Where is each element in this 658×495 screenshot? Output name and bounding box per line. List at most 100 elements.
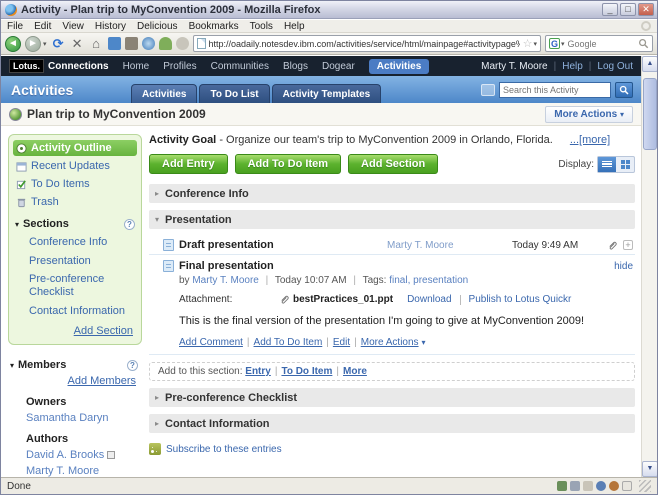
add-members-link[interactable]: Add Members (14, 375, 136, 387)
entry-draft-presentation[interactable]: Draft presentation Marty T. Moore Today … (149, 236, 635, 255)
members-help-icon[interactable]: ? (127, 359, 138, 371)
edit-status-icon[interactable] (622, 481, 632, 491)
expand-entry-icon[interactable]: + (623, 240, 633, 250)
extension-magnifier-icon[interactable] (175, 37, 189, 50)
add-section-link[interactable]: Add Section (17, 325, 133, 337)
section-contact-information[interactable]: ▸ Contact Information (149, 414, 635, 433)
attachment-file-name[interactable]: bestPractices_01.ppt (293, 294, 393, 305)
entry-author-link[interactable]: Marty T. Moore (192, 275, 259, 286)
scroll-down-button[interactable]: ▼ (642, 461, 657, 477)
bookmark-star-icon[interactable]: ☆ (523, 37, 533, 50)
minimize-button[interactable]: _ (602, 3, 618, 16)
tab-activities[interactable]: Activities (131, 84, 198, 103)
history-dropdown-icon[interactable]: ▾ (43, 40, 47, 48)
close-button[interactable]: ✕ (638, 3, 654, 16)
extension-status-icon[interactable] (557, 481, 567, 491)
entry-more-actions-link[interactable]: More Actions (361, 337, 419, 348)
list-view-button[interactable] (598, 156, 616, 172)
add-more-link[interactable]: More (343, 366, 367, 377)
sidebar-section-pre-conference-checklist[interactable]: Pre-conference Checklist (29, 273, 137, 298)
forward-button[interactable]: ► (25, 35, 41, 52)
extension-status-icon[interactable] (570, 481, 580, 491)
menu-history[interactable]: History (95, 21, 126, 32)
reload-button[interactable]: ⟳ (51, 36, 66, 52)
back-button[interactable]: ◄ (5, 35, 21, 52)
activity-search-input[interactable] (499, 81, 611, 98)
mail-status-icon[interactable] (583, 481, 593, 491)
add-entry-link[interactable]: Entry (245, 366, 271, 377)
search-scope-icon[interactable] (481, 83, 495, 96)
entry-author-link[interactable]: Marty T. Moore (387, 240, 507, 251)
menu-tools[interactable]: Tools (250, 21, 273, 32)
url-dropdown-icon[interactable]: ▾ (533, 40, 537, 48)
home-button[interactable]: ⌂ (89, 36, 104, 51)
extension-person-icon[interactable] (158, 37, 172, 50)
download-link[interactable]: Download (407, 294, 451, 305)
sections-header[interactable]: ▾ Sections ? (15, 218, 135, 230)
section-presentation[interactable]: ▾ Presentation (149, 210, 635, 229)
tab-activity-templates[interactable]: Activity Templates (271, 84, 382, 103)
nav-home[interactable]: Home (123, 61, 150, 72)
sections-help-icon[interactable]: ? (124, 218, 135, 230)
extension-briefcase-icon[interactable] (124, 37, 138, 50)
globe-status-icon[interactable] (596, 481, 606, 491)
scrollbar-thumb[interactable] (643, 78, 657, 150)
member-samantha-daryn[interactable]: Samantha Daryn (26, 412, 140, 424)
sidebar-item-activity-outline[interactable]: Activity Outline (13, 140, 137, 156)
sidebar-section-conference-info[interactable]: Conference Info (29, 236, 137, 249)
current-user[interactable]: Marty T. Moore (481, 61, 548, 72)
section-pre-conference-checklist[interactable]: ▸ Pre-conference Checklist (149, 388, 635, 407)
search-button[interactable] (615, 81, 633, 98)
tree-view-button[interactable] (616, 157, 634, 172)
nav-activities[interactable]: Activities (368, 58, 430, 74)
nav-communities[interactable]: Communities (211, 61, 269, 72)
google-search-box[interactable]: G ▾ (545, 35, 653, 52)
menu-delicious[interactable]: Delicious (137, 21, 178, 32)
publish-to-quickr-link[interactable]: Publish to Lotus Quickr (469, 294, 572, 305)
add-entry-button[interactable]: Add Entry (149, 154, 228, 174)
members-header[interactable]: ▾ Members ? (10, 359, 138, 371)
vertical-scrollbar[interactable]: ▲ ▼ (641, 56, 657, 477)
add-comment-link[interactable]: Add Comment (179, 337, 243, 348)
sidebar-section-contact-information[interactable]: Contact Information (29, 305, 137, 318)
extension-globe-icon[interactable] (141, 37, 155, 50)
member-david-brooks[interactable]: David A. Brooks (26, 449, 140, 461)
sidebar-section-presentation[interactable]: Presentation (29, 255, 137, 268)
hide-link[interactable]: hide (614, 261, 633, 272)
smiley-status-icon[interactable] (609, 481, 619, 491)
stop-button[interactable]: ✕ (70, 36, 85, 52)
engine-dropdown-icon[interactable]: ▾ (561, 40, 565, 48)
sidebar-item-todo-items[interactable]: To Do Items (13, 176, 137, 192)
scroll-up-button[interactable]: ▲ (642, 56, 657, 72)
member-marty-moore[interactable]: Marty T. Moore (26, 465, 140, 477)
add-todo-item-link[interactable]: To Do Item (281, 366, 332, 377)
google-search-input[interactable] (567, 38, 635, 49)
subscribe-link[interactable]: Subscribe to these entries (166, 444, 282, 455)
url-bar[interactable]: ☆ ▾ (192, 35, 541, 52)
extension-window-icon[interactable] (107, 37, 121, 50)
tab-todo-list[interactable]: To Do List (199, 84, 270, 103)
menu-help[interactable]: Help (284, 21, 305, 32)
section-conference-info[interactable]: ▸ Conference Info (149, 184, 635, 203)
search-magnifier-icon[interactable] (638, 38, 649, 49)
menu-view[interactable]: View (62, 21, 84, 32)
add-todo-link[interactable]: Add To Do Item (254, 337, 323, 348)
nav-dogear[interactable]: Dogear (322, 61, 355, 72)
resize-grip[interactable] (639, 480, 651, 492)
maximize-button[interactable]: □ (620, 3, 636, 16)
more-actions-button[interactable]: More Actions ▾ (545, 105, 633, 123)
help-link[interactable]: Help (562, 61, 583, 72)
url-input[interactable] (208, 38, 520, 49)
menu-bookmarks[interactable]: Bookmarks (189, 21, 239, 32)
logout-link[interactable]: Log Out (597, 61, 633, 72)
sidebar-item-trash[interactable]: Trash (13, 194, 137, 210)
add-todo-item-button[interactable]: Add To Do Item (234, 154, 342, 174)
menu-file[interactable]: File (7, 21, 23, 32)
tag-final-link[interactable]: final, (389, 275, 410, 286)
tag-presentation-link[interactable]: presentation (413, 275, 468, 286)
menu-edit[interactable]: Edit (34, 21, 51, 32)
goal-more-link[interactable]: ...[more] (570, 134, 610, 146)
nav-blogs[interactable]: Blogs (283, 61, 308, 72)
add-section-button[interactable]: Add Section (348, 154, 439, 174)
edit-link[interactable]: Edit (333, 337, 350, 348)
